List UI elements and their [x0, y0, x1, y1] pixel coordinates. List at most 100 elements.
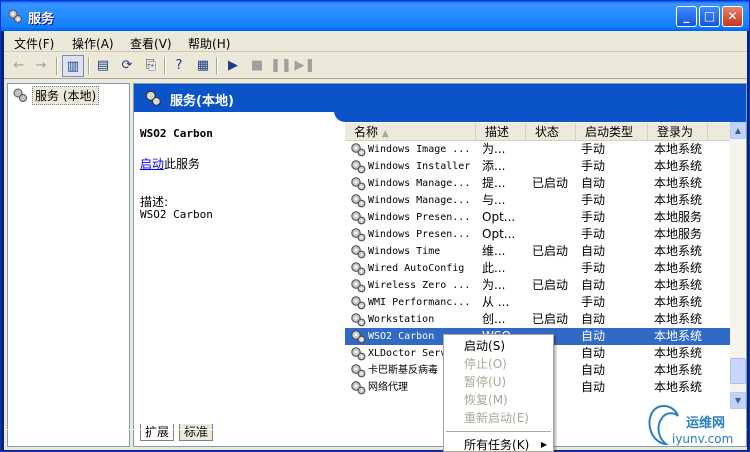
menu-bar: 文件(F) 操作(A) 查看(V) 帮助(H) — [4, 31, 747, 52]
ctx-restart[interactable]: 重新启动(E) — [444, 409, 553, 427]
close-button[interactable]: ✕ — [722, 6, 743, 27]
service-startup-cell: 自动 — [581, 278, 606, 292]
table-row[interactable]: Wired AutoConfig 此... 手动 本地系统 — [345, 260, 730, 277]
start-service-link[interactable]: 启动 — [140, 157, 164, 171]
ctx-pause[interactable]: 暂停(U) — [444, 373, 553, 391]
banner-title: 服务(本地) — [170, 94, 234, 109]
service-gear-icon — [351, 194, 366, 208]
vertical-scrollbar[interactable]: ▲ ▼ — [730, 122, 746, 409]
service-desc-cell: 创... — [482, 312, 506, 326]
tree-item-services-local[interactable]: 服务 (本地) — [12, 85, 100, 105]
minimize-button[interactable]: _ — [676, 6, 697, 27]
restart-icon[interactable]: ▶❚ — [294, 55, 316, 77]
column-header-description[interactable]: 描述 — [476, 123, 526, 141]
menu-view[interactable]: 查看(V) — [130, 35, 172, 52]
service-startup-cell: 手动 — [581, 159, 606, 173]
service-status-cell: 已启动 — [532, 312, 569, 326]
service-status-cell — [532, 209, 576, 226]
service-desc-cell: 为... — [482, 278, 506, 292]
forward-arrow-icon[interactable]: → — [30, 55, 52, 77]
show-hide-tree-icon[interactable]: ▥ — [62, 55, 84, 77]
service-gear-icon — [351, 211, 366, 225]
context-menu: 启动(S) 停止(O) 暂停(U) 恢复(M) 重新启动(E) 所有任务(K) ▶ — [443, 334, 554, 452]
service-logon-cell: 本地系统 — [654, 176, 703, 190]
service-name-cell: Windows Manage... — [350, 192, 476, 209]
banner-curve — [334, 112, 746, 122]
description-text: WSO2 Carbon — [140, 208, 213, 221]
maximize-button[interactable]: □ — [699, 6, 720, 27]
maximize-icon: □ — [703, 9, 716, 23]
table-row[interactable]: Wireless Zero ... 为... 已启动 自动 本地系统 — [345, 277, 730, 294]
service-name-cell: Windows Manage... — [350, 175, 476, 192]
pane-banner: 服务(本地) — [134, 84, 746, 112]
close-icon: ✕ — [727, 9, 738, 23]
properties-icon[interactable]: ▤ — [92, 55, 114, 77]
service-gear-icon — [351, 347, 366, 361]
service-gear-icon — [351, 364, 366, 378]
column-header-logon-as[interactable]: 登录为 — [648, 123, 708, 141]
ctx-all-tasks[interactable]: 所有任务(K) ▶ — [444, 436, 553, 452]
selected-service-name: WSO2 Carbon — [140, 127, 213, 140]
scroll-up-icon[interactable]: ▲ — [730, 122, 746, 139]
ctx-start[interactable]: 启动(S) — [444, 337, 553, 355]
start-service-line: 启动此服务 — [140, 155, 200, 172]
service-gear-icon — [351, 143, 366, 157]
column-header-startup-type[interactable]: 启动类型 — [576, 123, 648, 141]
back-arrow-icon[interactable]: ← — [8, 55, 30, 77]
start-service-suffix: 此服务 — [164, 157, 201, 171]
table-row[interactable]: Windows Time 维... 已启动 自动 本地系统 — [345, 243, 730, 260]
service-status-cell — [532, 260, 576, 277]
service-startup-cell: 手动 — [581, 193, 606, 207]
service-startup-cell: 手动 — [581, 142, 606, 156]
refresh-icon[interactable]: ⟳ — [116, 55, 138, 77]
service-gear-icon — [351, 313, 366, 327]
service-name-cell: Windows Image ... — [350, 141, 476, 158]
ctx-separator — [446, 431, 551, 432]
table-row[interactable]: WMI Performanc... 从 ... 手动 本地系统 — [345, 294, 730, 311]
service-desc-cell: 与... — [482, 193, 506, 207]
service-gear-icon — [351, 160, 366, 174]
gears-icon — [8, 9, 22, 23]
menu-action[interactable]: 操作(A) — [72, 35, 114, 52]
title-bar[interactable]: 服务 _ □ ✕ — [1, 1, 749, 31]
ctx-stop[interactable]: 停止(O) — [444, 355, 553, 373]
service-desc-cell: 维... — [482, 244, 506, 258]
scroll-thumb[interactable] — [730, 358, 746, 384]
service-status-cell: 已启动 — [532, 244, 569, 258]
service-gear-icon — [351, 228, 366, 242]
help-icon[interactable]: ? — [168, 55, 190, 77]
table-row[interactable]: Windows Image ... 为... 手动 本地系统 — [345, 141, 730, 158]
service-logon-cell: 本地系统 — [654, 295, 703, 309]
table-row[interactable]: Workstation 创... 已启动 自动 本地系统 — [345, 311, 730, 328]
table-row[interactable]: Windows Manage... 提... 已启动 自动 本地系统 — [345, 175, 730, 192]
service-logon-cell: 本地服务 — [654, 210, 703, 224]
export-list-icon[interactable]: ⎘ — [140, 55, 162, 77]
service-name-cell: Wired AutoConfig — [350, 260, 476, 277]
table-row[interactable]: Windows Presen... Opt... 手动 本地服务 — [345, 226, 730, 243]
service-logon-cell: 本地系统 — [654, 278, 703, 292]
service-desc-cell: Opt... — [482, 227, 516, 241]
service-desc-cell: 此... — [482, 261, 506, 275]
stop-icon[interactable]: ■ — [246, 55, 268, 77]
column-header-status[interactable]: 状态 — [526, 123, 576, 141]
console-tree-icon[interactable]: ▦ — [192, 55, 214, 77]
column-header-name[interactable]: 名称 ▲ — [345, 123, 476, 141]
client-area: 文件(F) 操作(A) 查看(V) 帮助(H) ← → ▥ ▤ ⟳ ⎘ ? ▦ … — [4, 31, 747, 450]
table-row[interactable]: Windows Installer 添... 手动 本地系统 — [345, 158, 730, 175]
menu-file[interactable]: 文件(F) — [14, 35, 54, 52]
table-row[interactable]: Windows Presen... Opt... 手动 本地服务 — [345, 209, 730, 226]
service-description-panel: WSO2 Carbon 启动此服务 描述: WSO2 Carbon — [134, 122, 344, 422]
start-icon[interactable]: ▶ — [222, 55, 244, 77]
service-logon-cell: 本地系统 — [654, 261, 703, 275]
service-gear-icon — [351, 381, 366, 395]
service-startup-cell: 自动 — [581, 380, 606, 394]
service-startup-cell: 自动 — [581, 312, 606, 326]
service-startup-cell: 手动 — [581, 261, 606, 275]
service-gear-icon — [351, 330, 366, 344]
menu-help[interactable]: 帮助(H) — [188, 35, 230, 52]
service-logon-cell: 本地系统 — [654, 380, 703, 394]
ctx-resume[interactable]: 恢复(M) — [444, 391, 553, 409]
gears-icon — [13, 88, 27, 102]
table-row[interactable]: Windows Manage... 与... 手动 本地系统 — [345, 192, 730, 209]
pause-icon[interactable]: ❚❚ — [270, 55, 292, 77]
